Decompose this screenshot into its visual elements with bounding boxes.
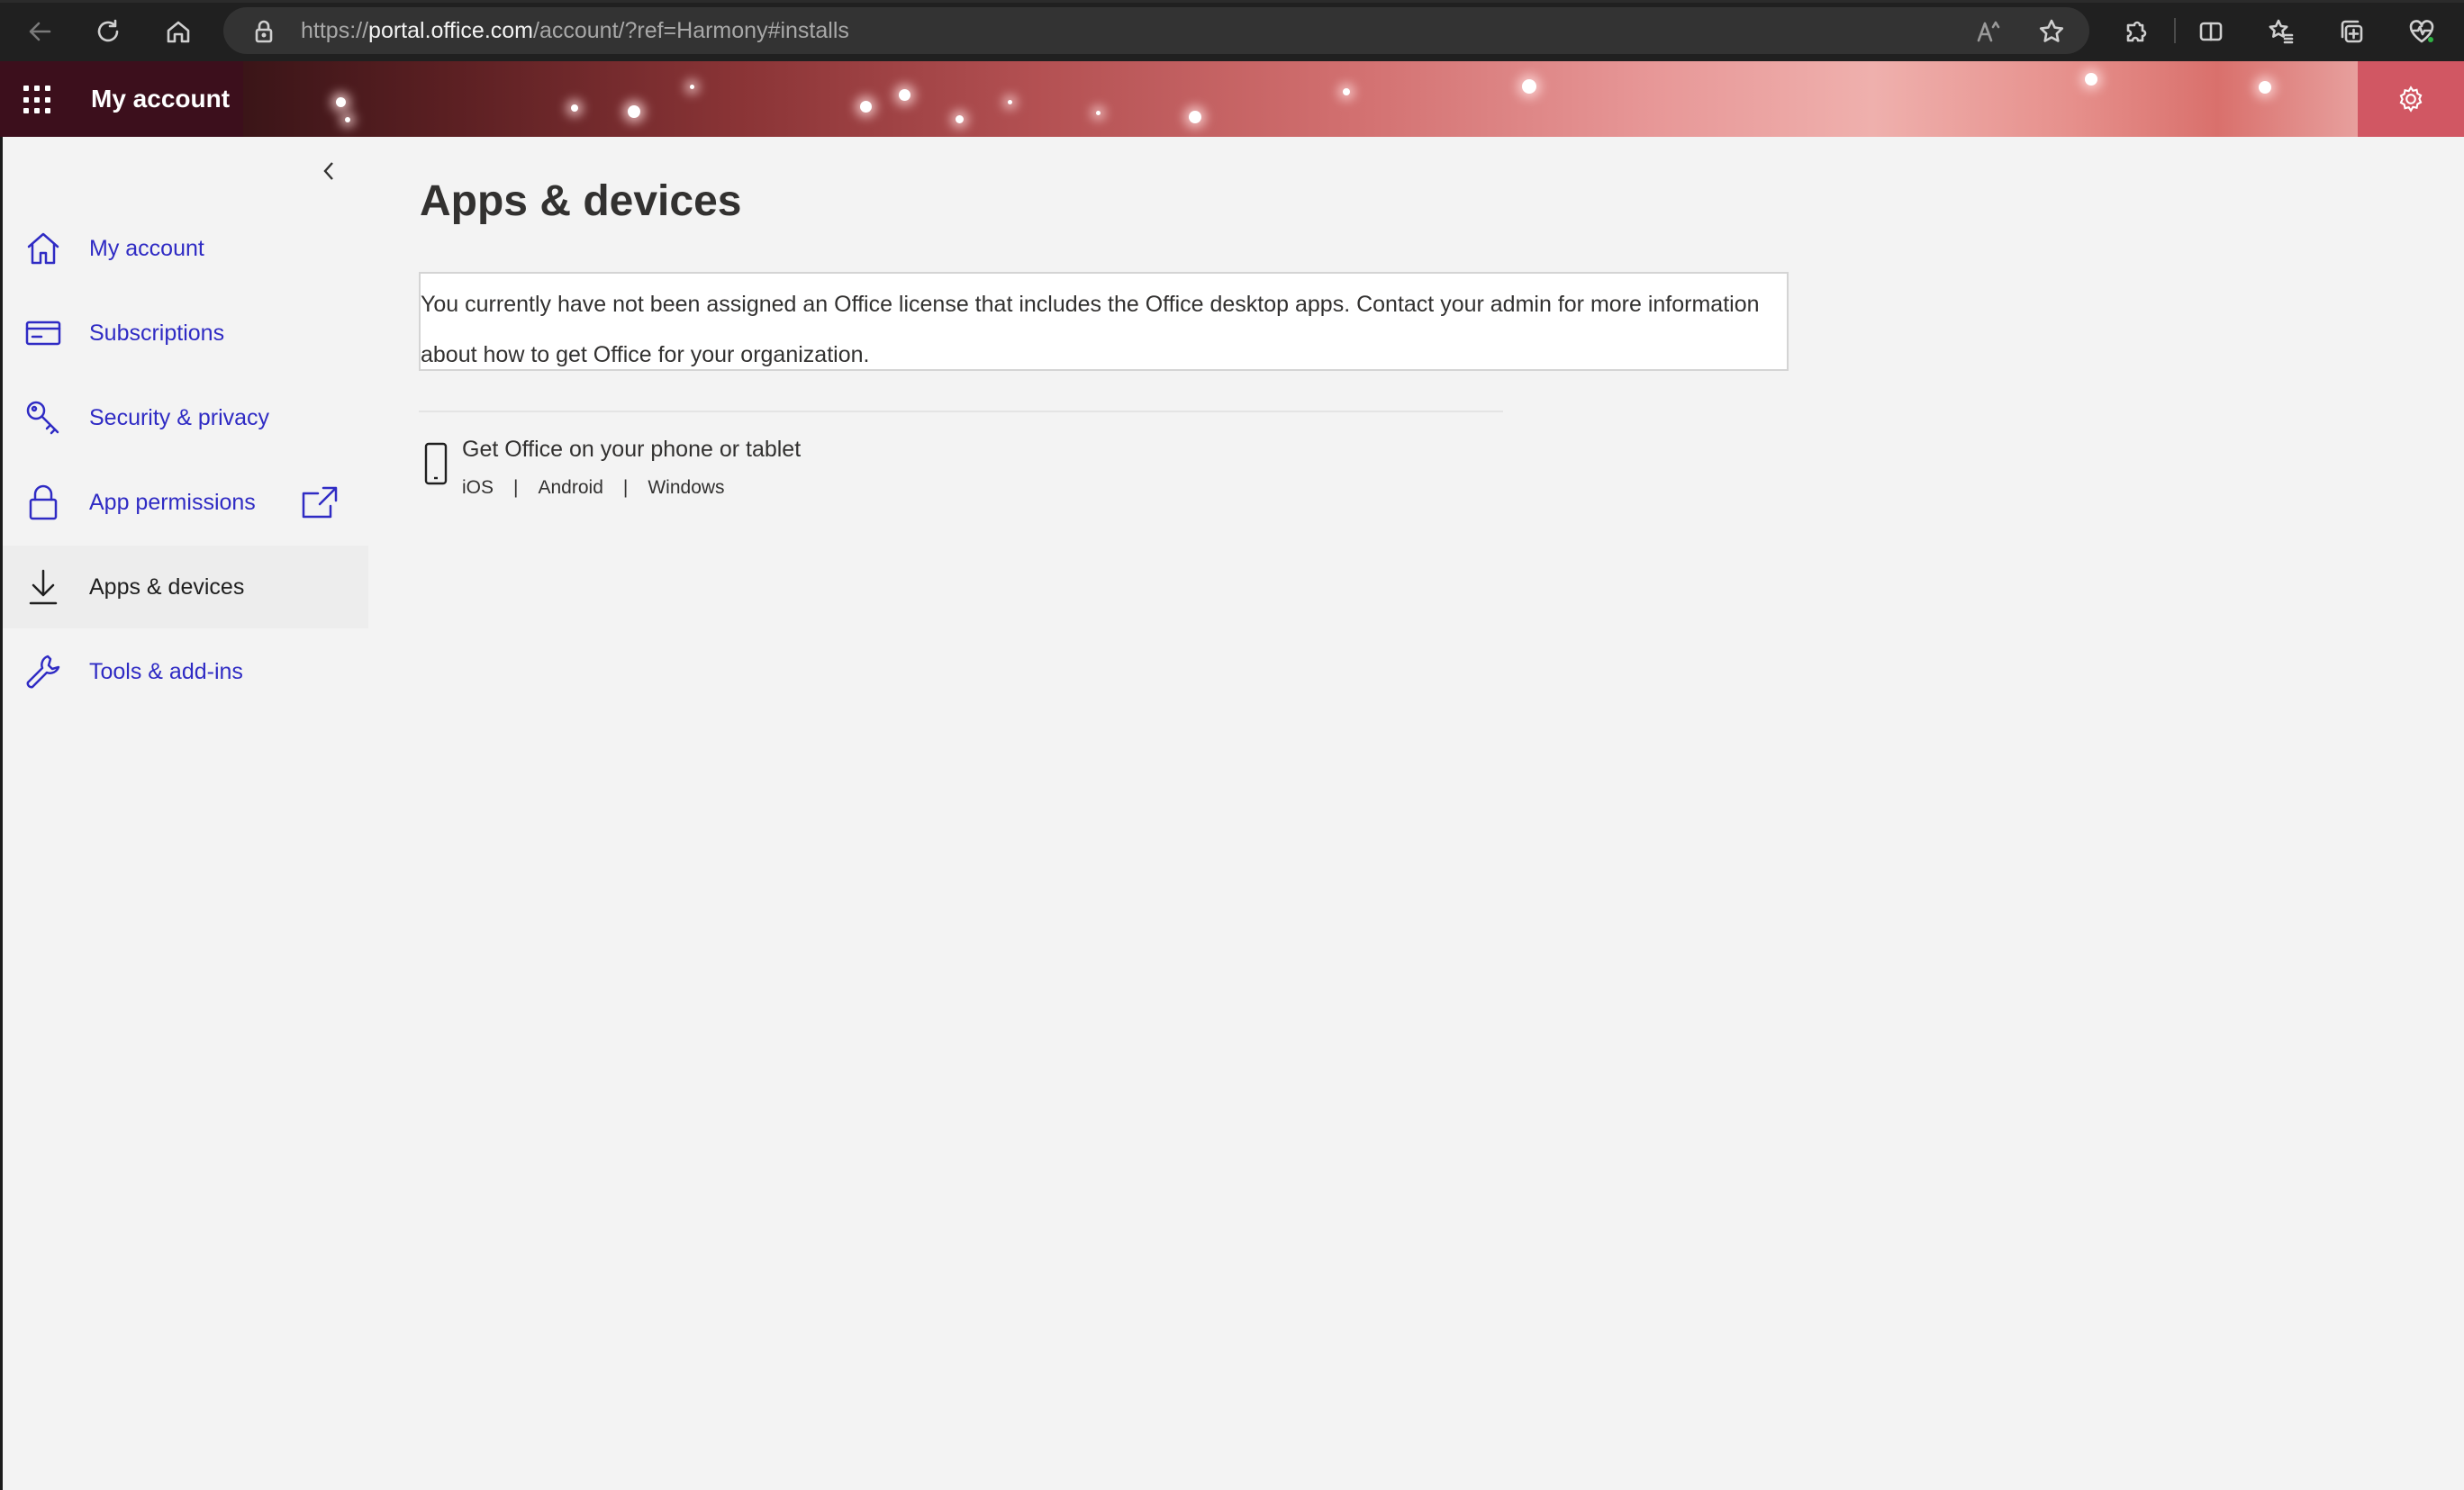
mobile-section-heading: Get Office on your phone or tablet <box>462 437 802 462</box>
wrench-icon <box>21 649 66 694</box>
sidebar-item-label: Tools & add-ins <box>89 658 243 684</box>
link-separator: | <box>513 477 519 498</box>
app-title[interactable]: My account <box>91 61 230 137</box>
download-icon <box>21 564 66 610</box>
app-brand-block: My account <box>0 61 243 137</box>
extensions-icon <box>2126 21 2147 42</box>
header-sparkle <box>336 97 346 107</box>
home-icon <box>21 226 66 271</box>
sidebar-item-label: App permissions <box>89 489 256 515</box>
collections-button[interactable] <box>2329 9 2374 54</box>
suite-header: My account <box>0 61 2464 137</box>
browser-toolbar: https://portal.office.com/account/?ref=H… <box>0 0 2464 61</box>
sidebar-item-label: My account <box>89 235 204 261</box>
url-text[interactable]: https://portal.office.com/account/?ref=H… <box>301 0 849 61</box>
mobile-store-links: iOS | Android | Windows <box>462 477 725 499</box>
windows-link[interactable]: Windows <box>648 477 724 498</box>
header-sparkle <box>2085 73 2097 86</box>
collapse-nav-button[interactable] <box>312 153 348 189</box>
sidebar-item-security-privacy[interactable]: Security & privacy <box>3 376 368 459</box>
favorites-button[interactable] <box>2259 9 2304 54</box>
header-sparkle <box>956 115 964 123</box>
url-path: /account/?ref=Harmony#installs <box>533 18 849 43</box>
header-sparkle <box>2259 81 2271 94</box>
browser-essentials-button[interactable] <box>2399 9 2444 54</box>
external-link-icon <box>300 484 341 520</box>
header-sparkle <box>345 117 350 122</box>
collections-icon <box>2341 20 2363 43</box>
app-launcher-icon[interactable] <box>23 86 52 114</box>
section-divider <box>419 411 1503 412</box>
header-sparkle <box>1096 111 1101 115</box>
sidebar-item-apps-devices[interactable]: Apps & devices <box>3 546 368 628</box>
sidebar-item-label: Apps & devices <box>89 573 245 600</box>
sidebar-item-my-account[interactable]: My account <box>3 207 368 290</box>
split-screen-icon <box>2199 22 2223 41</box>
lock-icon <box>255 20 273 43</box>
page-title: Apps & devices <box>420 177 742 225</box>
header-sparkle <box>628 105 640 118</box>
site-info-button[interactable] <box>241 9 286 54</box>
back-icon <box>29 22 51 41</box>
key-icon <box>21 395 66 440</box>
lock-icon <box>21 480 66 525</box>
header-sparkle <box>690 85 694 89</box>
home-button[interactable] <box>156 9 201 54</box>
url-host: portal.office.com <box>368 18 534 43</box>
settings-button[interactable] <box>2358 61 2464 137</box>
sidebar-item-label: Subscriptions <box>89 320 225 346</box>
header-sparkle <box>860 101 872 113</box>
header-sparkle <box>1522 79 1536 94</box>
header-sparkle <box>1343 88 1350 95</box>
link-separator: | <box>622 477 629 498</box>
card-icon <box>21 311 66 356</box>
license-notice: You currently have not been assigned an … <box>419 272 1789 371</box>
extensions-button[interactable] <box>2113 9 2158 54</box>
read-aloud-icon <box>1977 21 2000 42</box>
sidebar-item-subscriptions[interactable]: Subscriptions <box>3 292 368 375</box>
phone-icon <box>422 441 449 486</box>
left-navigation: My account Subscriptions Security & priv… <box>3 137 368 1490</box>
main-content: Apps & devices You currently have not be… <box>368 137 2464 1490</box>
license-notice-text: You currently have not been assigned an … <box>421 292 1760 367</box>
gear-icon <box>2399 86 2423 113</box>
android-link[interactable]: Android <box>538 477 602 498</box>
refresh-icon <box>97 19 119 42</box>
favorite-star-icon <box>2039 19 2064 42</box>
url-prefix: https:// <box>301 18 369 43</box>
back-button[interactable] <box>18 9 63 54</box>
sidebar-item-label: Security & privacy <box>89 404 270 430</box>
read-aloud-button[interactable] <box>1966 9 2011 54</box>
favorites-icon <box>2269 19 2294 44</box>
sidebar-item-tools-add-ins[interactable]: Tools & add-ins <box>3 630 368 713</box>
header-sparkle <box>571 104 578 112</box>
ios-link[interactable]: iOS <box>462 477 494 498</box>
home-icon <box>167 21 190 43</box>
favorite-button[interactable] <box>2029 9 2074 54</box>
chevron-left-icon <box>323 162 333 180</box>
header-sparkle <box>1189 111 1201 123</box>
sidebar-item-app-permissions[interactable]: App permissions <box>3 461 368 544</box>
toolbar-separator <box>2174 18 2176 43</box>
header-sparkle <box>1008 100 1012 104</box>
split-screen-button[interactable] <box>2188 9 2233 54</box>
browser-essentials-icon <box>2409 20 2434 43</box>
refresh-button[interactable] <box>86 9 131 54</box>
header-sparkle <box>899 89 910 101</box>
